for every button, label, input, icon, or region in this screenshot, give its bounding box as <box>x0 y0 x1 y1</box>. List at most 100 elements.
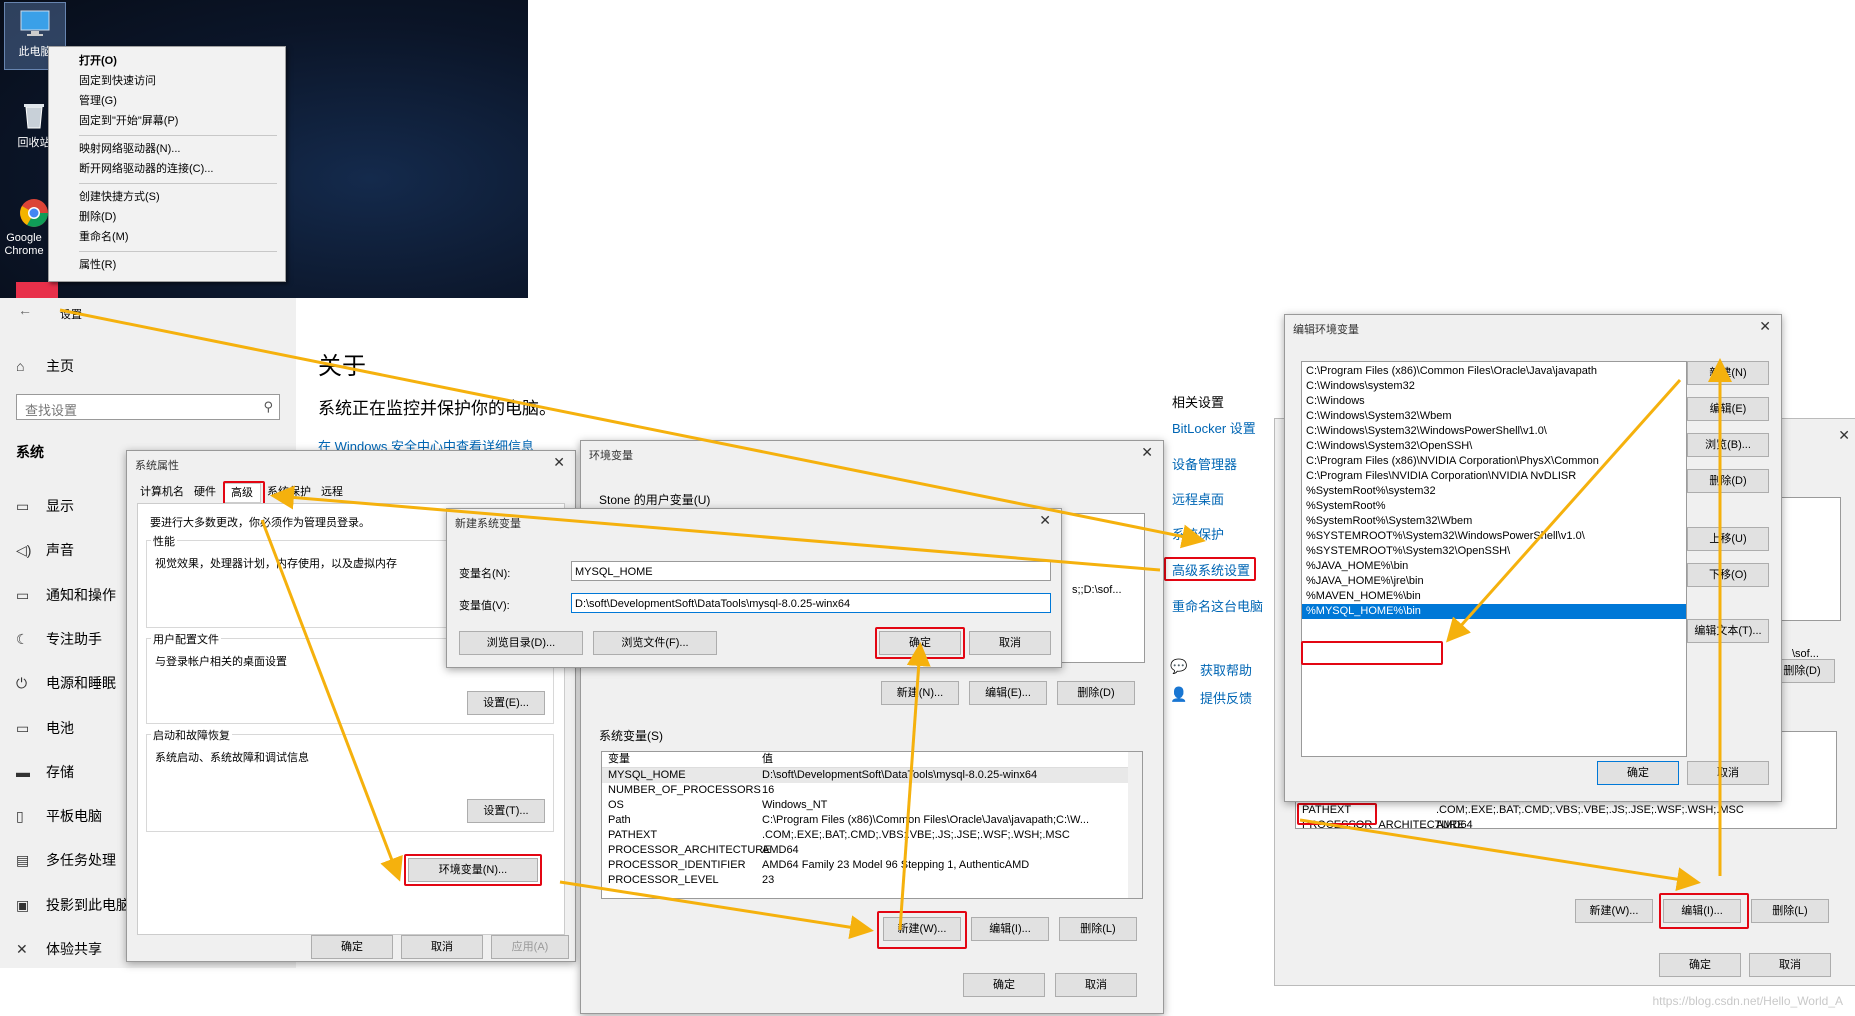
system-edit-button[interactable]: 编辑(I)... <box>971 917 1049 941</box>
menu-item-pin-start[interactable]: 固定到"开始"屏幕(P) <box>79 111 178 131</box>
list-item[interactable]: %SystemRoot% <box>1302 499 1686 514</box>
list-item[interactable]: %MYSQL_HOME%\bin <box>1302 604 1686 619</box>
table-row[interactable]: PROCESSOR_ARCHITECTURE AMD64 <box>602 843 1142 858</box>
new-entry-button[interactable]: 新建(N) <box>1687 361 1769 385</box>
table-row[interactable]: PROCESSOR_ARCHITECTURE AMD64 <box>1296 818 1836 828</box>
scrollbar[interactable] <box>1128 752 1142 898</box>
sidebar-item-7[interactable]: ▯ 平板电脑 <box>16 806 102 826</box>
menu-item-delete[interactable]: 删除(D) <box>79 207 116 227</box>
menu-item-disconnect-drive[interactable]: 断开网络驱动器的连接(C)... <box>79 159 213 179</box>
user-edit-button[interactable]: 编辑(E)... <box>969 681 1047 705</box>
close-icon[interactable]: ✕ <box>1039 512 1051 529</box>
table-row[interactable]: OS Windows_NT <box>602 798 1142 813</box>
cancel-button[interactable]: 取消 <box>1055 973 1137 997</box>
list-item[interactable]: C:\Program Files (x86)\Common Files\Orac… <box>1302 364 1686 379</box>
feedback-link[interactable]: 提供反馈 <box>1200 688 1252 707</box>
list-item[interactable]: %SystemRoot%\system32 <box>1302 484 1686 499</box>
list-item[interactable]: C:\Program Files\NVIDIA Corporation\NVID… <box>1302 469 1686 484</box>
cancel-button[interactable]: 取消 <box>1749 953 1831 977</box>
list-item[interactable]: C:\Windows\System32\Wbem <box>1302 409 1686 424</box>
move-up-button[interactable]: 上移(U) <box>1687 527 1769 551</box>
sidebar-item-1[interactable]: ◁) 声音 <box>16 540 74 560</box>
intellij-icon[interactable] <box>16 282 58 298</box>
list-item[interactable]: C:\Windows\System32\OpenSSH\ <box>1302 439 1686 454</box>
sidebar-item-8[interactable]: ▤ 多任务处理 <box>16 850 116 870</box>
close-icon[interactable]: ✕ <box>1838 427 1850 444</box>
table-row[interactable]: PROCESSOR_LEVEL 23 <box>602 873 1142 888</box>
list-item[interactable]: C:\Windows\System32\WindowsPowerShell\v1… <box>1302 424 1686 439</box>
user-new-button[interactable]: 新建(N)... <box>881 681 959 705</box>
system-new-button[interactable]: 新建(W)... <box>1575 899 1653 923</box>
menu-item-create-shortcut[interactable]: 创建快捷方式(S) <box>79 187 160 207</box>
sidebar-item-4[interactable]: ⏻ 电源和睡眠 <box>16 673 116 693</box>
sidebar-item-2[interactable]: ▭ 通知和操作 <box>16 585 116 605</box>
table-row[interactable]: PATHEXT .COM;.EXE;.BAT;.CMD;.VBS;.VBE;.JS… <box>602 828 1142 843</box>
browse-file-button[interactable]: 浏览文件(F)... <box>593 631 717 655</box>
device-manager-link[interactable]: 设备管理器 <box>1172 454 1237 473</box>
cancel-button[interactable]: 取消 <box>969 631 1051 655</box>
system-delete-button[interactable]: 删除(L) <box>1751 899 1829 923</box>
list-item[interactable]: %SYSTEMROOT%\System32\WindowsPowerShell\… <box>1302 529 1686 544</box>
profile-settings-button[interactable]: 设置(E)... <box>467 691 545 715</box>
user-delete-button[interactable]: 删除(D) <box>1057 681 1135 705</box>
tab-remote[interactable]: 远程 <box>317 483 347 501</box>
list-item[interactable]: %SystemRoot%\System32\Wbem <box>1302 514 1686 529</box>
apply-button[interactable]: 应用(A) <box>491 935 569 959</box>
list-item[interactable]: %JAVA_HOME%\bin <box>1302 559 1686 574</box>
sidebar-item-9[interactable]: ▣ 投影到此电脑 <box>16 895 130 915</box>
bitlocker-link[interactable]: BitLocker 设置 <box>1172 418 1256 437</box>
close-icon[interactable]: ✕ <box>1141 444 1153 461</box>
table-row[interactable]: NUMBER_OF_PROCESSORS 16 <box>602 783 1142 798</box>
tab-hardware[interactable]: 硬件 <box>189 483 221 501</box>
list-item[interactable]: %SYSTEMROOT%\System32\OpenSSH\ <box>1302 544 1686 559</box>
system-variables-table[interactable]: 变量 值 MYSQL_HOME D:\soft\DevelopmentSoft\D… <box>601 751 1143 899</box>
list-item[interactable]: C:\Windows <box>1302 394 1686 409</box>
table-row[interactable]: PATHEXT .COM;.EXE;.BAT;.CMD;.VBS;.VBE;.JS… <box>1296 803 1836 818</box>
table-row[interactable]: Path C:\Program Files (x86)\Common Files\… <box>602 813 1142 828</box>
list-item[interactable]: C:\Windows\system32 <box>1302 379 1686 394</box>
menu-item-map-drive[interactable]: 映射网络驱动器(N)... <box>79 139 180 159</box>
tab-system-protection[interactable]: 系统保护 <box>263 483 315 501</box>
menu-item-manage[interactable]: 管理(G) <box>79 91 117 111</box>
ok-button[interactable]: 确定 <box>1659 953 1741 977</box>
back-arrow-icon[interactable]: ← <box>18 302 32 318</box>
sidebar-item-3[interactable]: ☾ 专注助手 <box>16 629 102 649</box>
variable-value-input[interactable]: D:\soft\DevelopmentSoft\DataTools\mysql-… <box>571 593 1051 613</box>
settings-search-box[interactable]: 查找设置 ⚲ <box>16 394 280 420</box>
edit-entry-button[interactable]: 编辑(E) <box>1687 397 1769 421</box>
list-item[interactable]: C:\Program Files (x86)\NVIDIA Corporatio… <box>1302 454 1686 469</box>
ok-button[interactable]: 确定 <box>1597 761 1679 785</box>
get-help-link[interactable]: 获取帮助 <box>1200 660 1252 679</box>
close-icon[interactable]: ✕ <box>1759 318 1771 335</box>
ok-button[interactable]: 确定 <box>963 973 1045 997</box>
tab-computer-name[interactable]: 计算机名 <box>137 483 187 501</box>
browse-button[interactable]: 浏览(B)... <box>1687 433 1769 457</box>
system-protection-link[interactable]: 系统保护 <box>1172 524 1224 543</box>
remote-desktop-link[interactable]: 远程桌面 <box>1172 489 1224 508</box>
menu-item-pin-quick-access[interactable]: 固定到快速访问 <box>79 71 156 91</box>
cancel-button[interactable]: 取消 <box>401 935 483 959</box>
menu-item-rename[interactable]: 重命名(M) <box>79 227 129 247</box>
list-item[interactable]: %MAVEN_HOME%\bin <box>1302 589 1686 604</box>
path-entries-list[interactable]: C:\Program Files (x86)\Common Files\Orac… <box>1301 361 1687 757</box>
sidebar-item-home[interactable]: ⌂ 主页 <box>16 356 74 376</box>
menu-item-properties[interactable]: 属性(R) <box>79 255 116 275</box>
move-down-button[interactable]: 下移(O) <box>1687 563 1769 587</box>
sidebar-item-5[interactable]: ▭ 电池 <box>16 718 74 738</box>
system-delete-button[interactable]: 删除(L) <box>1059 917 1137 941</box>
browse-directory-button[interactable]: 浏览目录(D)... <box>459 631 583 655</box>
menu-item-open[interactable]: 打开(O) <box>79 51 117 71</box>
sidebar-item-10[interactable]: ✕ 体验共享 <box>16 939 102 959</box>
ok-button[interactable]: 确定 <box>311 935 393 959</box>
delete-entry-button[interactable]: 删除(D) <box>1687 469 1769 493</box>
table-row[interactable]: PROCESSOR_IDENTIFIER AMD64 Family 23 Mode… <box>602 858 1142 873</box>
cancel-button[interactable]: 取消 <box>1687 761 1769 785</box>
sidebar-item-0[interactable]: ▭ 显示 <box>16 496 74 516</box>
variable-name-input[interactable]: MYSQL_HOME <box>571 561 1051 581</box>
startup-settings-button[interactable]: 设置(T)... <box>467 799 545 823</box>
edit-text-button[interactable]: 编辑文本(T)... <box>1687 619 1769 643</box>
sidebar-item-6[interactable]: ▬ 存储 <box>16 762 74 782</box>
table-row[interactable]: MYSQL_HOME D:\soft\DevelopmentSoft\DataTo… <box>602 768 1142 783</box>
list-item[interactable]: %JAVA_HOME%\jre\bin <box>1302 574 1686 589</box>
close-icon[interactable]: ✕ <box>553 454 565 471</box>
